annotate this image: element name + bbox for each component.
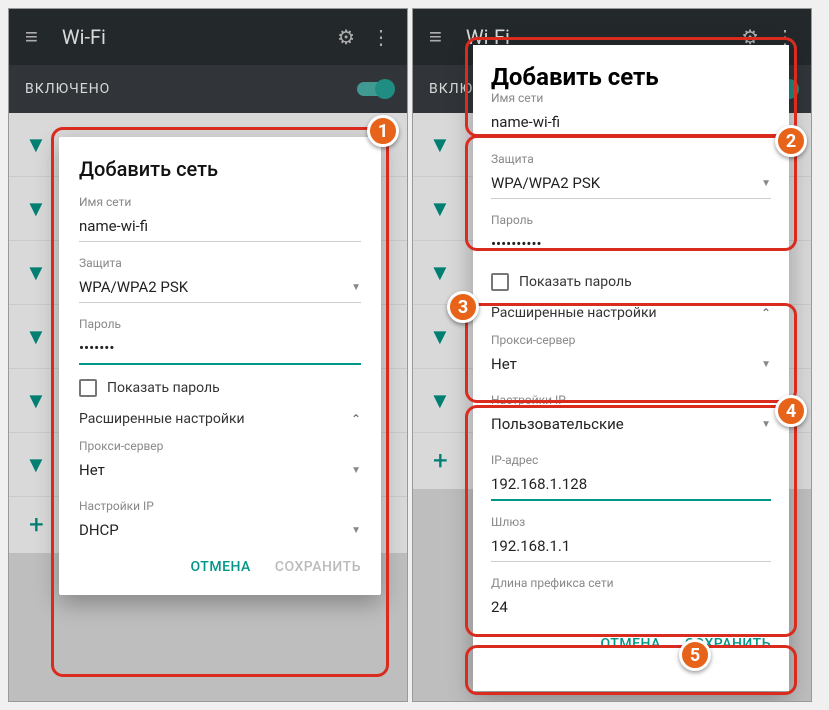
password-label: Пароль bbox=[79, 317, 361, 331]
cancel-button[interactable]: ОТМЕНА bbox=[600, 636, 660, 652]
checkbox-icon bbox=[79, 379, 97, 397]
dialog-actions: ОТМЕНА СОХРАНИТЬ bbox=[491, 636, 771, 652]
step-badge-1: 1 bbox=[367, 115, 399, 147]
step-badge-2: 2 bbox=[775, 125, 807, 157]
add-network-dialog: Добавить сеть Имя сети name-wi-fi Защита… bbox=[59, 137, 381, 595]
cancel-button[interactable]: ОТМЕНА bbox=[190, 559, 250, 575]
ip-settings-label: Настройки IP bbox=[79, 499, 361, 513]
password-label: Пароль bbox=[491, 213, 771, 227]
proxy-dropdown[interactable]: Нет▼ bbox=[79, 455, 361, 485]
phone-right: ≡ Wi-Fi ⚙ ⋮ ВКЛЮЧЕНО ▼ ▼ ▼ ▼ ▼ + Добавит… bbox=[412, 8, 812, 702]
dialog-title: Добавить сеть bbox=[491, 63, 771, 91]
ip-address-label: IP-адрес bbox=[491, 453, 771, 467]
prefix-input[interactable]: 24 bbox=[491, 592, 771, 622]
chevron-down-icon: ▼ bbox=[351, 465, 361, 476]
show-password-checkbox[interactable]: Показать пароль bbox=[79, 379, 361, 397]
chevron-down-icon: ▼ bbox=[761, 419, 771, 430]
chevron-down-icon: ▼ bbox=[761, 178, 771, 189]
network-name-label: Имя сети bbox=[491, 91, 771, 105]
gateway-input[interactable]: 192.168.1.1 bbox=[491, 531, 771, 562]
password-input[interactable]: ••••••• bbox=[79, 333, 361, 365]
ip-settings-dropdown[interactable]: DHCP▼ bbox=[79, 515, 361, 545]
security-label: Защита bbox=[79, 256, 361, 270]
network-name-input[interactable]: name-wi-fi bbox=[491, 107, 771, 138]
show-password-label: Показать пароль bbox=[519, 274, 632, 290]
chevron-down-icon: ▼ bbox=[351, 525, 361, 536]
chevron-down-icon: ▼ bbox=[761, 359, 771, 370]
password-input[interactable]: •••••••••• bbox=[491, 229, 771, 259]
phone-left: ≡ Wi-Fi ⚙ ⋮ ВКЛЮЧЕНО ▼ ▼ ▼ ▼ ▼ ▼ + Добав… bbox=[8, 8, 408, 702]
show-password-label: Показать пароль bbox=[107, 380, 220, 396]
proxy-dropdown[interactable]: Нет▼ bbox=[491, 349, 771, 379]
chevron-up-icon: ⌃ bbox=[351, 412, 361, 426]
network-name-input[interactable]: name-wi-fi bbox=[79, 211, 361, 242]
ip-settings-label: Настройки IP bbox=[491, 393, 771, 407]
step-badge-4: 4 bbox=[775, 395, 807, 427]
dialog-title: Добавить сеть bbox=[79, 157, 361, 181]
chevron-down-icon: ▼ bbox=[351, 282, 361, 293]
network-name-label: Имя сети bbox=[79, 195, 361, 209]
step-badge-3: 3 bbox=[447, 291, 479, 323]
dialog-actions: ОТМЕНА СОХРАНИТЬ bbox=[79, 559, 361, 575]
show-password-checkbox[interactable]: Показать пароль bbox=[491, 273, 771, 291]
checkbox-icon bbox=[491, 273, 509, 291]
ip-address-input[interactable]: 192.168.1.128 bbox=[491, 469, 771, 501]
gateway-label: Шлюз bbox=[491, 515, 771, 529]
step-badge-5: 5 bbox=[679, 639, 711, 671]
prefix-label: Длина префикса сети bbox=[491, 576, 771, 590]
proxy-label: Прокси-сервер bbox=[79, 439, 361, 453]
advanced-toggle[interactable]: Расширенные настройки ⌃ bbox=[79, 411, 361, 427]
security-dropdown[interactable]: WPA/WPA2 PSK▼ bbox=[79, 272, 361, 303]
chevron-up-icon: ⌃ bbox=[761, 306, 771, 320]
add-network-dialog: Добавить сеть Имя сети name-wi-fi Защита… bbox=[473, 45, 789, 691]
proxy-label: Прокси-сервер bbox=[491, 333, 771, 347]
ip-settings-dropdown[interactable]: Пользовательские▼ bbox=[491, 409, 771, 439]
advanced-toggle[interactable]: Расширенные настройки ⌃ bbox=[491, 305, 771, 321]
save-button[interactable]: СОХРАНИТЬ bbox=[275, 559, 361, 575]
security-dropdown[interactable]: WPA/WPA2 PSK▼ bbox=[491, 168, 771, 199]
security-label: Защита bbox=[491, 152, 771, 166]
